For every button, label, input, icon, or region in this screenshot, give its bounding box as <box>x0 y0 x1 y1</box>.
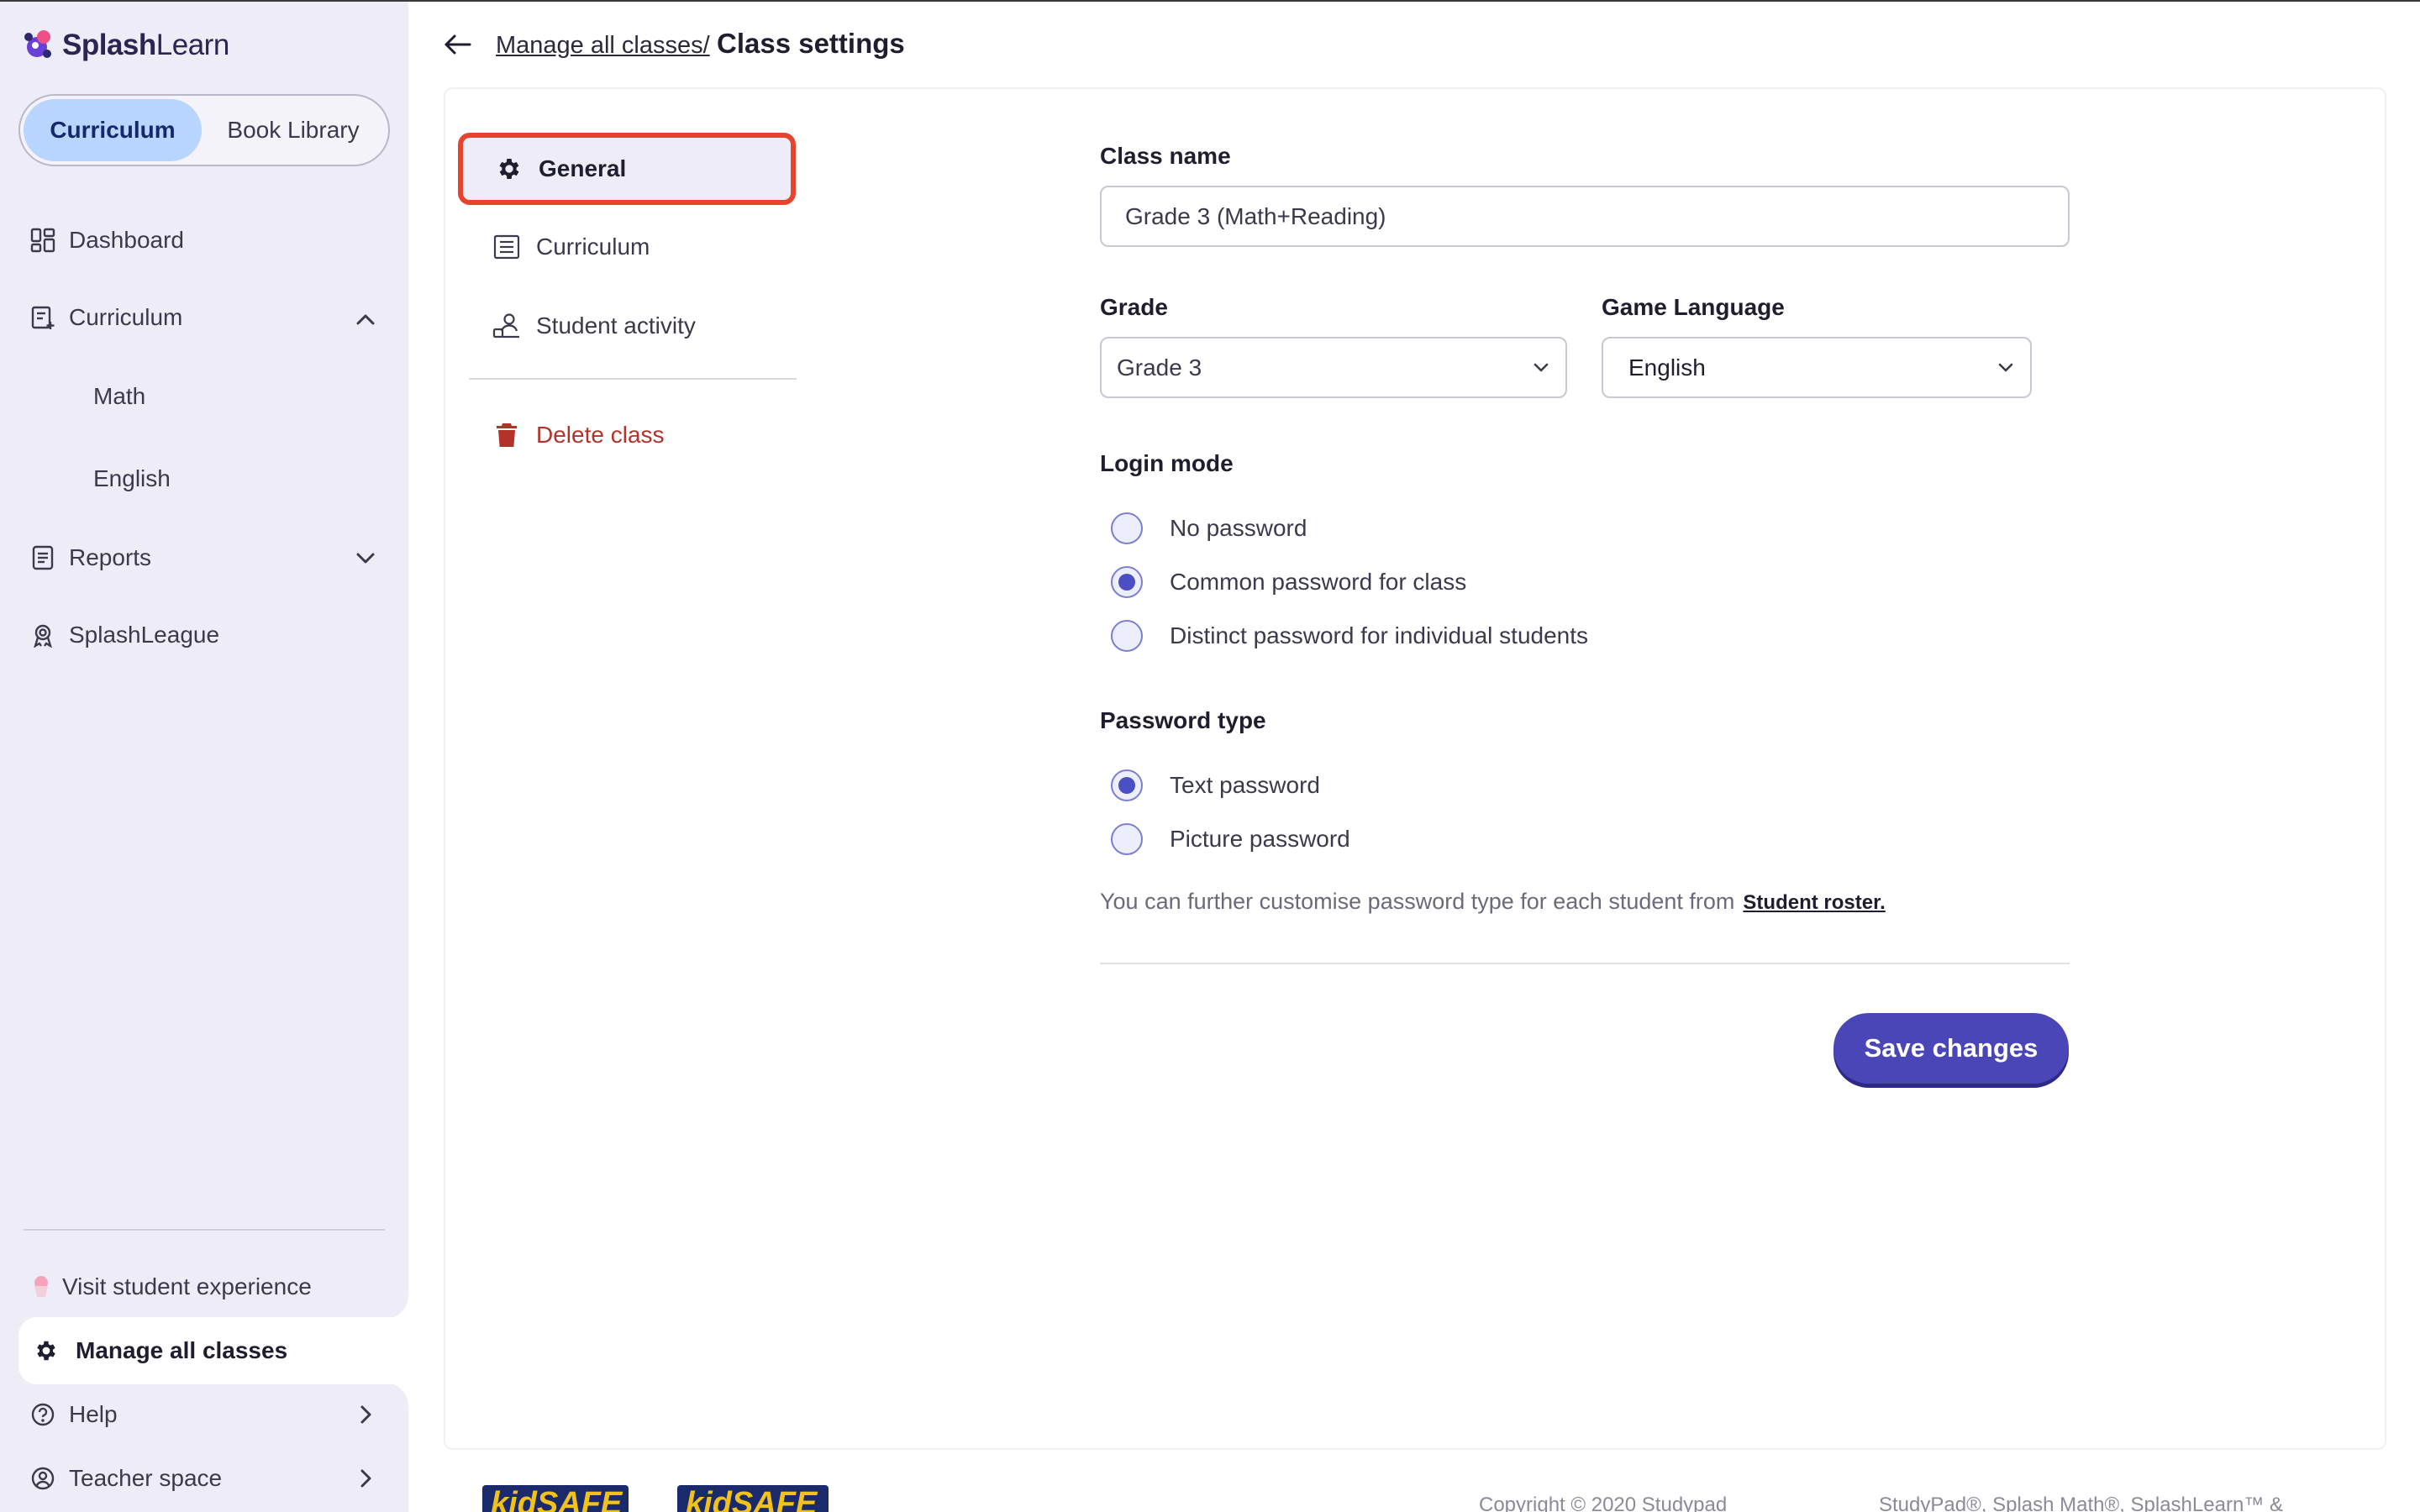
settings-card <box>444 87 2386 1450</box>
tab-student-activity[interactable]: Student activity <box>492 307 696 344</box>
trademark-text: StudyPad®, Splash Math®, SplashLearn™ & <box>1879 1494 2283 1512</box>
tab-label: Student activity <box>536 312 696 339</box>
radio-label: Distinct password for individual student… <box>1170 622 1589 648</box>
radio-button-selected[interactable] <box>1111 769 1143 801</box>
chevron-down-icon <box>1998 363 2013 372</box>
visit-label: Visit student experience <box>62 1273 312 1299</box>
help-icon <box>29 1400 57 1429</box>
manage-label: Manage all classes <box>76 1337 288 1363</box>
list-icon <box>492 233 521 261</box>
trash-icon <box>492 421 521 449</box>
reports-icon <box>29 543 57 572</box>
sidebar-item-label: SplashLeague <box>69 622 220 648</box>
radio-button[interactable] <box>1111 823 1143 855</box>
chevron-down-icon <box>1534 363 1549 372</box>
sidebar-subitem-math[interactable]: Math <box>93 373 145 420</box>
tab-label: Delete class <box>536 422 665 448</box>
hint-text: You can further customise password type … <box>1100 889 1735 914</box>
sidebar-item-label: Help <box>69 1401 118 1427</box>
sidebar-item-splashleague[interactable]: SplashLeague <box>29 612 219 659</box>
sidebar-item-label: Reports <box>69 544 152 570</box>
radio-label: No password <box>1170 515 1307 541</box>
student-activity-icon <box>492 312 521 340</box>
student-roster-link[interactable]: Student roster. <box>1743 891 1885 914</box>
visit-student-experience-link[interactable]: Visit student experience <box>29 1263 312 1310</box>
gear-icon <box>32 1336 60 1365</box>
chevron-down-icon[interactable] <box>351 543 380 572</box>
class-name-label: Class name <box>1100 143 1231 169</box>
tab-label: Curriculum <box>536 234 650 260</box>
class-name-input[interactable]: Grade 3 (Math+Reading) <box>1100 186 2070 247</box>
toggle-curriculum[interactable]: Curriculum <box>24 99 202 161</box>
league-icon <box>29 621 57 649</box>
back-arrow-icon[interactable] <box>442 29 474 60</box>
dashboard-icon <box>29 226 57 255</box>
game-language-select[interactable]: English <box>1602 337 2032 398</box>
curriculum-icon <box>29 303 57 332</box>
delete-class-button[interactable]: Delete class <box>492 417 665 454</box>
sidebar-divider <box>24 1229 385 1231</box>
radio-button[interactable] <box>1111 620 1143 652</box>
cupcake-icon <box>29 1274 54 1299</box>
form-divider <box>1100 963 2070 964</box>
gear-icon <box>495 155 523 183</box>
grade-value: Grade 3 <box>1117 354 1202 381</box>
brand-name: SplashLearn <box>62 29 229 61</box>
tab-label: General <box>539 155 627 181</box>
copyright-text: Copyright © 2020 Studypad <box>1479 1494 1728 1512</box>
chevron-up-icon[interactable] <box>351 305 380 333</box>
radio-button[interactable] <box>1111 512 1143 544</box>
sidebar-item-label: Teacher space <box>69 1465 223 1491</box>
tab-general[interactable]: General <box>458 133 796 205</box>
tab-curriculum[interactable]: Curriculum <box>492 228 650 265</box>
sidebar-item-curriculum[interactable]: Curriculum <box>29 294 182 341</box>
radio-picture-password[interactable]: Picture password <box>1111 821 1350 858</box>
kidsafe-badge: kidSAFE <box>482 1485 629 1512</box>
sidebar-corner <box>368 1285 408 1319</box>
radio-button-selected[interactable] <box>1111 566 1143 598</box>
password-type-label: Password type <box>1100 707 1266 733</box>
radio-no-password[interactable]: No password <box>1111 510 1307 547</box>
page-title: Class settings <box>717 28 905 59</box>
radio-label: Text password <box>1170 772 1320 798</box>
chevron-right-icon[interactable] <box>351 1400 380 1429</box>
sidebar-item-label: Dashboard <box>69 227 184 253</box>
chevron-right-icon[interactable] <box>351 1464 380 1493</box>
splashlearn-logo-icon <box>18 25 59 66</box>
sidebar-item-help[interactable]: Help <box>29 1391 118 1438</box>
game-language-label: Game Language <box>1602 294 1785 320</box>
radio-text-password[interactable]: Text password <box>1111 767 1320 804</box>
radio-label: Common password for class <box>1170 569 1467 595</box>
manage-all-classes-item[interactable]: Manage all classes <box>18 1317 408 1384</box>
language-value: English <box>1628 354 1706 381</box>
teacher-icon <box>29 1464 57 1493</box>
grade-label: Grade <box>1100 294 1168 320</box>
radio-common-password[interactable]: Common password for class <box>1111 564 1466 601</box>
sidebar-item-reports[interactable]: Reports <box>29 534 151 581</box>
sidebar-item-dashboard[interactable]: Dashboard <box>29 217 184 264</box>
radio-distinct-password[interactable]: Distinct password for individual student… <box>1111 617 1588 654</box>
kidsafe-badge: kidSAFE <box>677 1485 829 1512</box>
breadcrumb-manage-link[interactable]: Manage all classes/ <box>496 29 710 62</box>
login-mode-label: Login mode <box>1100 450 1234 476</box>
sidebar: SplashLearn Curriculum Book Library Dash… <box>0 2 408 1512</box>
curriculum-library-toggle: Curriculum Book Library <box>18 94 390 166</box>
radio-label: Picture password <box>1170 826 1350 852</box>
grade-select[interactable]: Grade 3 <box>1100 337 1567 398</box>
password-hint: You can further customise password type … <box>1100 889 1886 915</box>
brand-logo[interactable]: SplashLearn <box>18 25 229 66</box>
sidebar-subitem-english[interactable]: English <box>93 455 171 502</box>
sidebar-item-teacher-space[interactable]: Teacher space <box>29 1455 222 1502</box>
save-changes-button[interactable]: Save changes <box>1833 1013 2069 1084</box>
sidebar-item-label: Curriculum <box>69 304 183 330</box>
toggle-book-library[interactable]: Book Library <box>202 99 385 161</box>
tabs-divider <box>469 378 797 380</box>
